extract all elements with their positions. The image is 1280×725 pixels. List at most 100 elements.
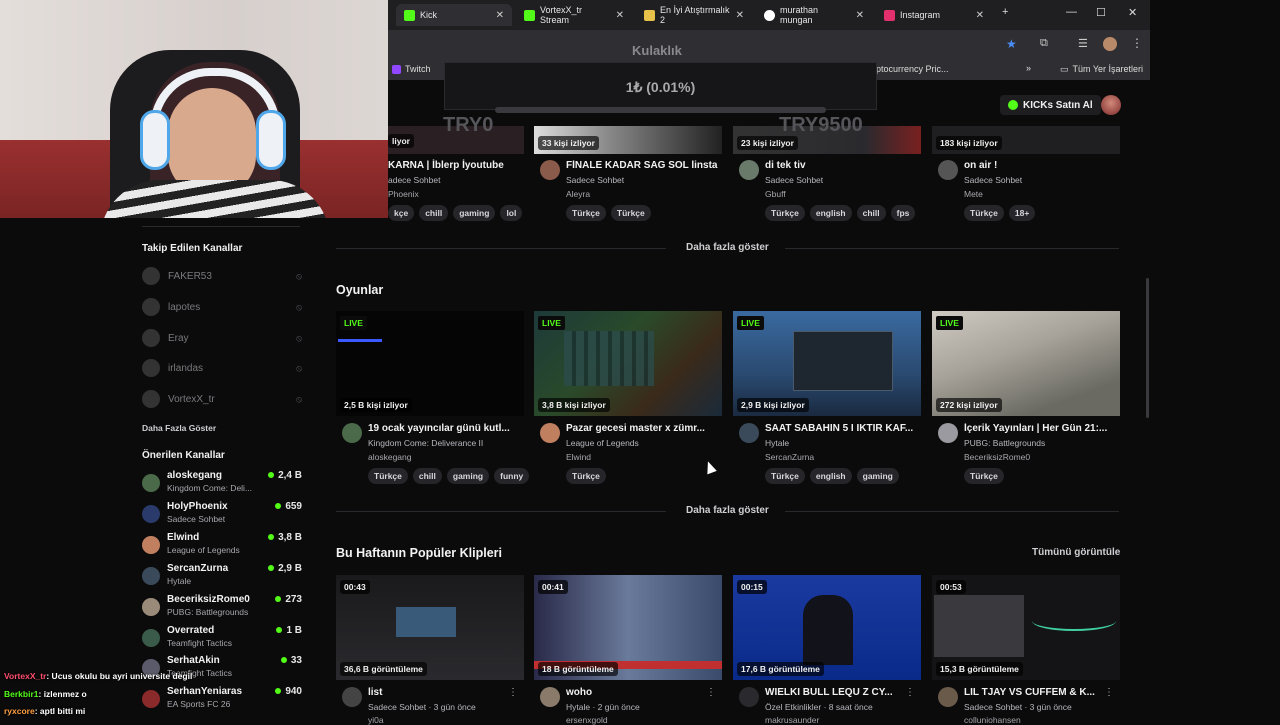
see-all-button[interactable]: Tümünü görüntüle <box>1032 547 1120 558</box>
tag[interactable]: Türkçe <box>610 205 651 221</box>
avatar[interactable] <box>739 160 759 180</box>
followed-channel[interactable]: lapotes ⦸ <box>142 297 302 317</box>
stream-category[interactable]: Sadece Sohbet <box>964 175 1022 185</box>
more-options-icon[interactable]: ⋮ <box>706 687 716 698</box>
tag[interactable]: gaming <box>453 205 496 221</box>
extensions-icon[interactable]: ⧉ <box>1040 37 1048 50</box>
avatar[interactable] <box>540 423 560 443</box>
tab-snack[interactable]: En İyi Atıştırmalık 2 ✕ <box>636 4 752 26</box>
stream-title[interactable]: on air ! <box>964 160 1118 171</box>
tag[interactable]: Türkçe <box>765 205 805 221</box>
stream-title[interactable]: Pazar gecesi master x zümr... <box>566 423 720 434</box>
stream-thumbnail[interactable]: 33 kişi izliyor <box>534 126 722 154</box>
more-bookmarks-icon[interactable]: » <box>1026 63 1031 73</box>
recommended-channel[interactable]: Elwind League of Legends 3,8 B <box>142 532 302 560</box>
clip-user[interactable]: ersenxgold <box>566 715 608 725</box>
address-bar[interactable]: ★ ⧉ ☰ ⋮ <box>388 30 1150 60</box>
stream-user[interactable]: Mete <box>964 189 983 199</box>
avatar[interactable] <box>342 687 362 707</box>
recommended-channel[interactable]: Overrated Teamfight Tactics 1 B <box>142 625 302 653</box>
maximize-icon[interactable]: ☐ <box>1096 6 1106 19</box>
recommended-channel[interactable]: BeceriksizRome0 PUBG: Battlegrounds 273 <box>142 594 302 622</box>
clip-title[interactable]: WIELKI BULL LEQU Z CY... <box>765 687 919 698</box>
stream-thumbnail[interactable]: LIVE 3,8 B kişi izliyor <box>534 311 722 416</box>
stream-category[interactable]: League of Legends <box>566 438 639 448</box>
clip-title[interactable]: list <box>368 687 522 698</box>
recommended-channel[interactable]: SerhanYeniaras EA Sports FC 26 940 <box>142 686 302 714</box>
clip-user[interactable]: makrusaunder <box>765 715 819 725</box>
avatar[interactable] <box>938 423 958 443</box>
stream-user[interactable]: aloskegang <box>368 452 411 462</box>
tag[interactable]: Türkçe <box>765 468 805 484</box>
stream-category[interactable]: Hytale <box>765 438 789 448</box>
clip-title[interactable]: LIL TJAY VS CUFFEM & K... <box>964 687 1118 698</box>
tag[interactable]: gaming <box>856 468 899 484</box>
tag[interactable]: english <box>809 205 852 221</box>
clip-user[interactable]: yi0a <box>368 715 384 725</box>
clip-title[interactable]: woho <box>566 687 720 698</box>
close-tab-icon[interactable]: ✕ <box>856 10 864 21</box>
stream-title[interactable]: İçerik Yayınları | Her Gün 21:... <box>964 423 1118 434</box>
tag[interactable]: Türkçe <box>566 205 606 221</box>
bookmark-twitch[interactable]: Twitch <box>392 64 431 74</box>
menu-icon[interactable]: ⋮ <box>1131 36 1143 50</box>
bookmark-all[interactable]: ▭ Tüm Yer İşaretleri <box>1060 64 1143 75</box>
tag[interactable]: lol <box>500 205 523 221</box>
stream-category[interactable]: Sadece Sohbet <box>765 175 823 185</box>
avatar[interactable] <box>739 423 759 443</box>
stream-title[interactable]: FİNALE KADAR SAG SOL İinsta <box>566 160 720 171</box>
tag[interactable]: Türkçe <box>964 205 1004 221</box>
clip-thumbnail[interactable]: 00:43 36,6 B görüntüleme <box>336 575 524 680</box>
stream-title[interactable]: SAAT SABAHIN 5 I IKTIR KAF... <box>765 423 919 434</box>
close-tab-icon[interactable]: ✕ <box>616 10 624 21</box>
star-icon[interactable]: ★ <box>1006 37 1017 51</box>
recommended-channel[interactable]: HolyPhoenix Sadece Sohbet 659 <box>142 501 302 529</box>
stream-thumbnail[interactable]: LIVE 2,5 B kişi izliyor <box>336 311 524 416</box>
tab-kick[interactable]: Kick ✕ <box>396 4 512 26</box>
recommended-channel[interactable]: SercanZurna Hytale 2,9 B <box>142 563 302 591</box>
stream-title[interactable]: KARNA | İblerp İyoutube <box>388 160 504 171</box>
avatar[interactable] <box>739 687 759 707</box>
tag[interactable]: kçe <box>388 205 415 221</box>
stream-user[interactable]: BeceriksizRome0 <box>964 452 1030 462</box>
tag[interactable]: chill <box>856 205 886 221</box>
tag[interactable]: 18+ <box>1008 205 1036 221</box>
page-scrollbar[interactable] <box>1146 278 1149 418</box>
stream-category[interactable]: Sadece Sohbet <box>566 175 624 185</box>
tag[interactable]: fps <box>890 205 916 221</box>
followed-channel[interactable]: VortexX_tr ⦸ <box>142 389 302 409</box>
recommended-channel[interactable]: aloskegang Kingdom Come: Deli... 2,4 B <box>142 470 302 498</box>
followed-show-more-button[interactable]: Daha Fazla Göster <box>142 423 216 433</box>
tag[interactable]: gaming <box>446 468 490 484</box>
tag[interactable]: funny <box>494 468 530 484</box>
more-options-icon[interactable]: ⋮ <box>1104 687 1114 698</box>
clip-user[interactable]: colluniohansen <box>964 715 1021 725</box>
stream-user[interactable]: SercanZurna <box>765 452 814 462</box>
stream-thumbnail[interactable]: 183 kişi izliyor <box>932 126 1120 154</box>
stream-user[interactable]: Elwind <box>566 452 591 462</box>
avatar[interactable] <box>938 687 958 707</box>
show-more-button[interactable]: Daha fazla göster <box>686 505 769 516</box>
minimize-icon[interactable]: — <box>1066 6 1077 18</box>
clip-thumbnail[interactable]: 00:15 17,6 B görüntüleme <box>733 575 921 680</box>
more-options-icon[interactable]: ⋮ <box>508 687 518 698</box>
stream-user[interactable]: Aleyra <box>566 189 590 199</box>
avatar[interactable] <box>938 160 958 180</box>
media-icon[interactable]: ☰ <box>1078 37 1088 50</box>
stream-user[interactable]: Gbuff <box>765 189 786 199</box>
show-more-button[interactable]: Daha fazla göster <box>686 242 769 253</box>
avatar[interactable] <box>342 423 362 443</box>
clip-thumbnail[interactable]: 00:53 15,3 B görüntüleme <box>932 575 1120 680</box>
tab-instagram[interactable]: Instagram ✕ <box>876 4 992 26</box>
profile-avatar[interactable] <box>1103 37 1117 51</box>
close-tab-icon[interactable]: ✕ <box>976 10 984 21</box>
followed-channel[interactable]: FAKER53 ⦸ <box>142 266 302 286</box>
followed-channel[interactable]: irlandas ⦸ <box>142 358 302 378</box>
tag[interactable]: chill <box>412 468 442 484</box>
clip-thumbnail[interactable]: 00:41 18 B görüntüleme <box>534 575 722 680</box>
stream-category[interactable]: Kingdom Come: Deliverance II <box>368 438 483 448</box>
user-avatar[interactable] <box>1101 95 1121 115</box>
stream-title[interactable]: 19 ocak yayıncılar günü kutl... <box>368 423 522 434</box>
followed-channel[interactable]: Eray ⦸ <box>142 328 302 348</box>
stream-user[interactable]: Phoenix <box>388 189 419 199</box>
